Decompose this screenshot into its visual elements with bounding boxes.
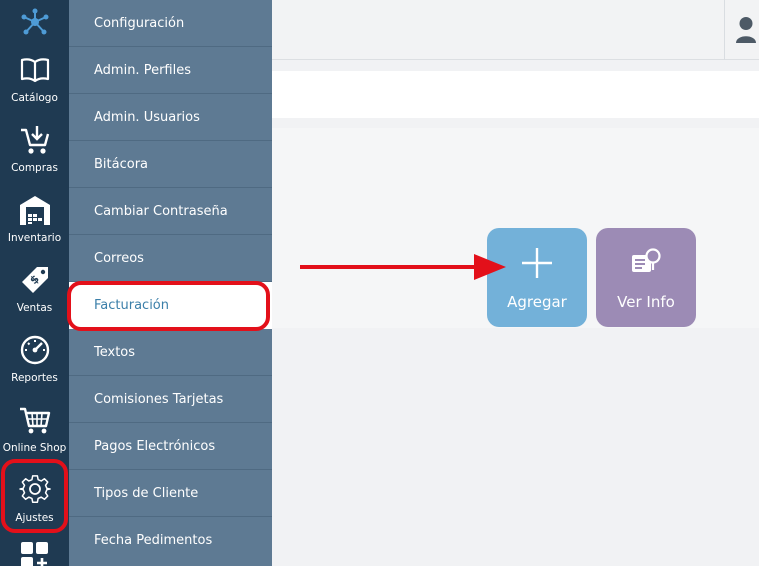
gear-icon bbox=[18, 470, 51, 510]
view-info-button-label: Ver Info bbox=[617, 293, 675, 311]
rail-item-catalogo[interactable]: Catálogo bbox=[0, 40, 69, 110]
submenu-item-fecha-pedimentos[interactable]: Fecha Pedimentos bbox=[69, 517, 272, 564]
shopping-cart-icon bbox=[19, 400, 51, 440]
rail-item-ventas[interactable]: $ Ventas bbox=[0, 250, 69, 320]
add-button-label: Agregar bbox=[507, 293, 567, 311]
warehouse-icon bbox=[19, 190, 51, 230]
header-band bbox=[272, 71, 759, 118]
settings-submenu: Configuración Admin. Perfiles Admin. Usu… bbox=[69, 0, 272, 566]
view-info-button[interactable]: Ver Info bbox=[596, 228, 696, 327]
submenu-item-facturacion[interactable]: Facturación bbox=[69, 282, 272, 329]
rail-item-inventario[interactable]: Inventario bbox=[0, 180, 69, 250]
top-bar-divider bbox=[724, 0, 725, 60]
submenu-item-pagos-electronicos[interactable]: Pagos Electrónicos bbox=[69, 423, 272, 470]
submenu-item-bitacora[interactable]: Bitácora bbox=[69, 141, 272, 188]
submenu-item-admin-usuarios[interactable]: Admin. Usuarios bbox=[69, 94, 272, 141]
submenu-item-admin-perfiles[interactable]: Admin. Perfiles bbox=[69, 47, 272, 94]
rail-item-ajustes[interactable]: Ajustes bbox=[0, 460, 69, 530]
submenu-item-textos[interactable]: Textos bbox=[69, 329, 272, 376]
rail-item-label: Online Shop bbox=[2, 442, 67, 454]
submenu-item-comisiones-tarjetas[interactable]: Comisiones Tarjetas bbox=[69, 376, 272, 423]
top-bar bbox=[272, 0, 759, 60]
rail-item-compras[interactable]: Compras bbox=[0, 110, 69, 180]
cart-download-icon bbox=[19, 120, 51, 160]
rail-item-label: Inventario bbox=[7, 232, 62, 244]
submenu-item-tipos-de-cliente[interactable]: Tipos de Cliente bbox=[69, 470, 272, 517]
rail-item-more[interactable] bbox=[0, 535, 69, 566]
plus-icon bbox=[520, 239, 554, 287]
submenu-item-cambiar-contrasena[interactable]: Cambiar Contraseña bbox=[69, 188, 272, 235]
price-tag-icon: $ bbox=[20, 260, 50, 300]
annotation-arrow bbox=[300, 254, 506, 280]
rail-item-online-shop[interactable]: Online Shop bbox=[0, 390, 69, 460]
submenu-item-correos[interactable]: Correos bbox=[69, 235, 272, 282]
gauge-icon bbox=[20, 330, 50, 370]
rail-item-label: Reportes bbox=[11, 372, 58, 384]
rail-item-label: Ajustes bbox=[15, 512, 54, 524]
network-logo-icon bbox=[21, 8, 48, 35]
info-document-icon bbox=[630, 239, 662, 287]
rail-item-label: Catálogo bbox=[11, 92, 58, 104]
user-avatar-icon[interactable] bbox=[735, 16, 757, 48]
apps-grid-icon bbox=[20, 541, 50, 566]
submenu-item-configuracion[interactable]: Configuración bbox=[69, 0, 272, 47]
rail-item-label: Compras bbox=[11, 162, 58, 174]
rail-item-label: Ventas bbox=[16, 302, 53, 314]
app-logo[interactable] bbox=[0, 0, 69, 44]
icon-rail: Catálogo Compras Inventario $ Ventas Rep… bbox=[0, 0, 69, 566]
book-icon bbox=[20, 50, 50, 90]
rail-item-reportes[interactable]: Reportes bbox=[0, 320, 69, 390]
